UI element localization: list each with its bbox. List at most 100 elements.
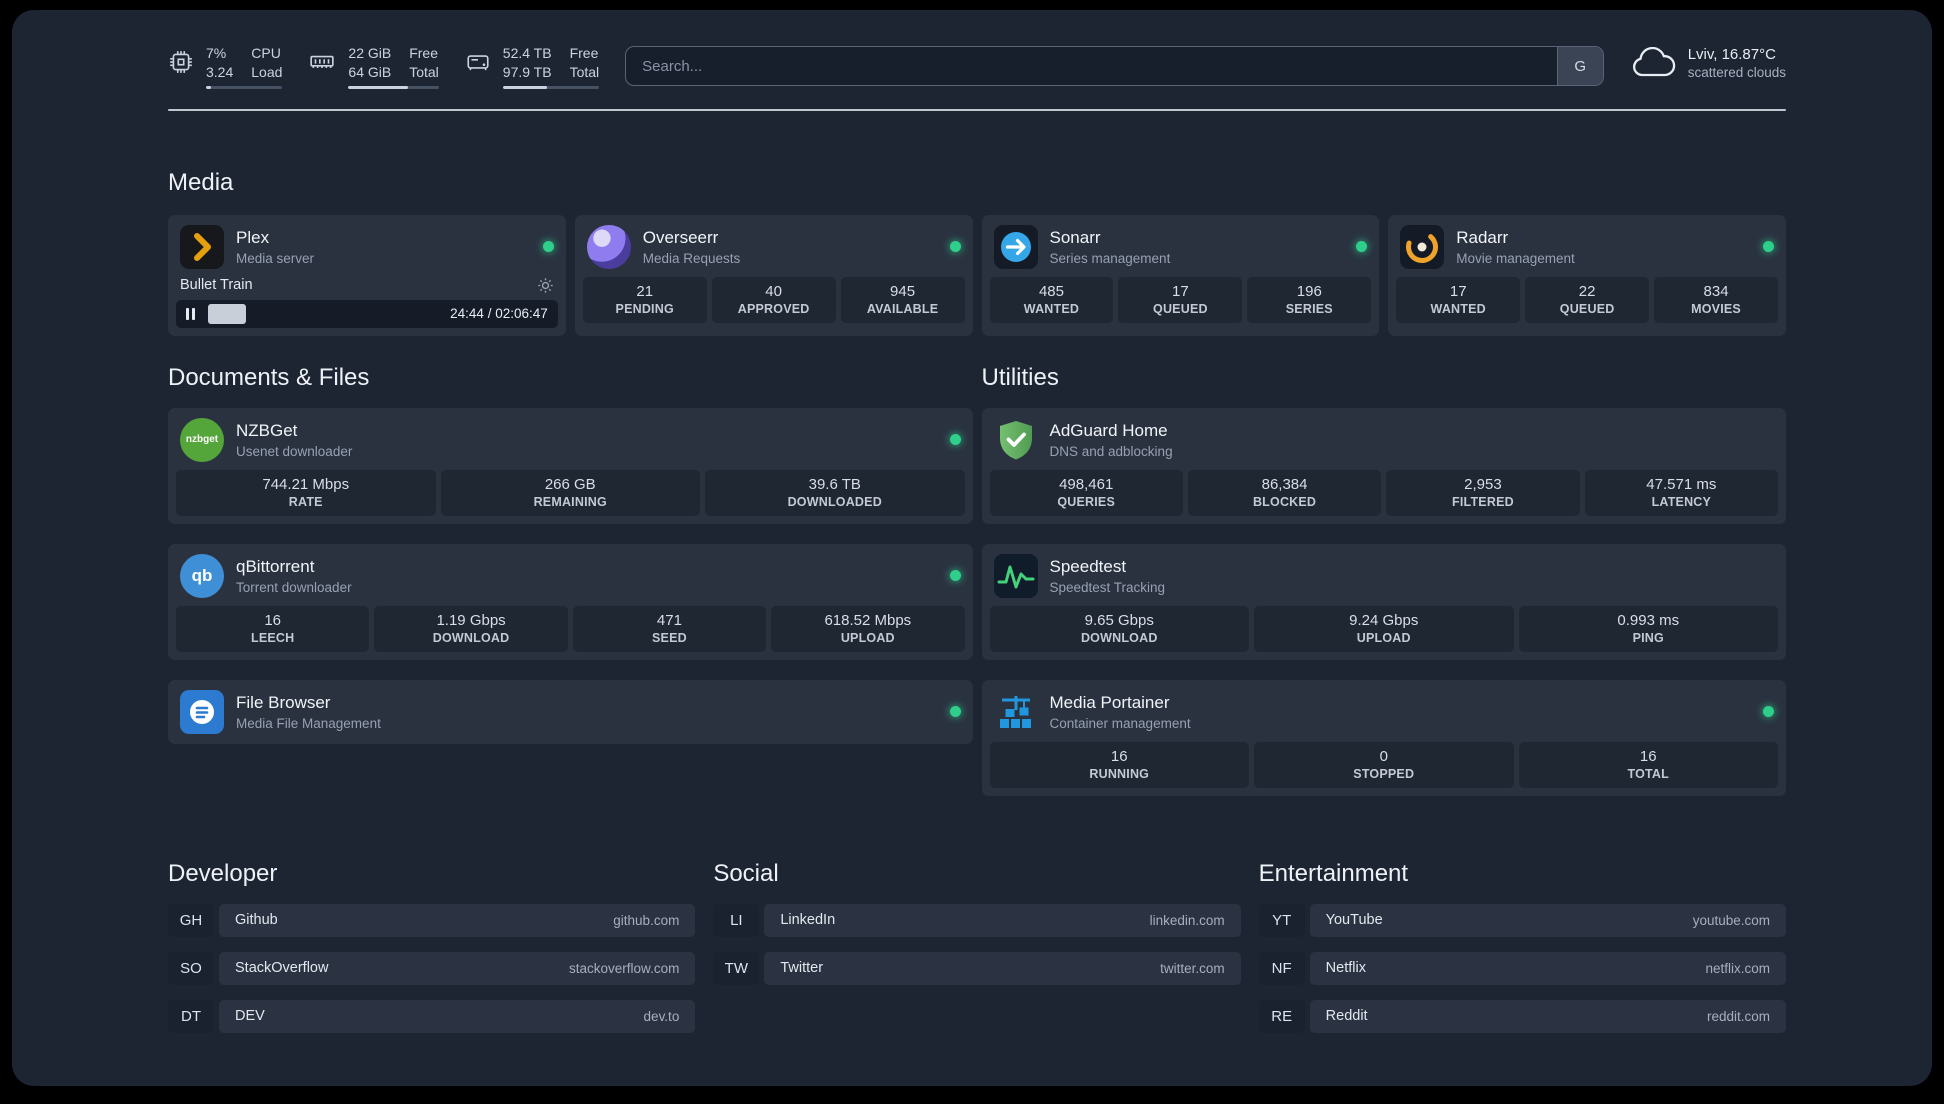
- weather-widget[interactable]: Lviv, 16.87°C scattered clouds: [1630, 46, 1786, 80]
- bookmark-github[interactable]: GH Github github.com: [168, 903, 696, 937]
- search-provider-button[interactable]: G: [1556, 47, 1603, 85]
- cpu-load-value: 3.24: [206, 63, 234, 80]
- speedtest-icon: [993, 553, 1038, 598]
- bookmark-reddit[interactable]: RE Reddit reddit.com: [1258, 999, 1786, 1033]
- stat-box: 16 TOTAL: [1518, 741, 1778, 788]
- service-name: NZBGet: [236, 421, 298, 440]
- disk-total-label: Total: [569, 63, 600, 80]
- stat-label: SEED: [652, 630, 687, 645]
- stat-value: 0: [1379, 747, 1388, 765]
- stat-value: 47.571 ms: [1646, 475, 1717, 493]
- bookmark-stackoverflow[interactable]: SO StackOverflow stackoverflow.com: [168, 951, 696, 985]
- media-grid: Plex Media server Bullet Train 24:44 / 0…: [168, 214, 1786, 336]
- bookmark-linkedin[interactable]: LI LinkedIn linkedin.com: [713, 903, 1241, 937]
- bookmark-name: Reddit: [1325, 1008, 1368, 1025]
- service-card-filebrowser[interactable]: File Browser Media File Management: [168, 679, 973, 744]
- bookmark-abbr: YT: [1258, 903, 1305, 937]
- stat-label: QUEUED: [1559, 301, 1615, 316]
- adguard-icon: [994, 418, 1038, 462]
- settings-icon[interactable]: [537, 277, 554, 294]
- stat-label: FILTERED: [1452, 494, 1514, 509]
- bookmark-netflix[interactable]: NF Netflix netflix.com: [1258, 951, 1786, 985]
- stat-label: MOVIES: [1691, 301, 1741, 316]
- stat-box: 22 QUEUED: [1525, 276, 1650, 323]
- cpu-load-label: Load: [251, 63, 283, 80]
- stat-box: 0 STOPPED: [1254, 741, 1514, 788]
- disk-icon: [467, 55, 489, 71]
- service-name: Sonarr: [1049, 228, 1101, 247]
- service-card-overseerr[interactable]: Overseerr Media Requests 21 PENDING 40 A…: [574, 214, 973, 336]
- service-description: Usenet downloader: [236, 443, 353, 459]
- stat-value: 86,384: [1261, 475, 1308, 493]
- stat-value: 16: [264, 611, 282, 629]
- bookmark-abbr: RE: [1258, 999, 1305, 1033]
- stat-value: 834: [1703, 282, 1729, 300]
- cpu-widget: 7% 3.24 CPU Load: [168, 44, 283, 89]
- service-name: Speedtest: [1049, 557, 1127, 576]
- status-dot: [949, 706, 961, 718]
- section-title-social: Social: [713, 859, 779, 887]
- top-bar: 7% 3.24 CPU Load 22 GiB 64 GiB Free Tota…: [168, 10, 1786, 89]
- cpu-label: CPU: [251, 45, 281, 61]
- utilities-column: Utilities AdGuard Home DNS and adblockin…: [981, 363, 1786, 796]
- pause-button[interactable]: [186, 307, 195, 320]
- service-card-sonarr[interactable]: Sonarr Series management 485 WANTED 17 Q…: [981, 214, 1380, 336]
- stat-label: RATE: [288, 494, 323, 509]
- stat-box: 16 LEECH: [176, 605, 370, 652]
- stat-box: 266 GB REMAINING: [440, 469, 700, 516]
- search-input[interactable]: [626, 47, 1557, 85]
- stat-box: 744.21 Mbps RATE: [176, 469, 436, 516]
- cpu-usage-value: 7%: [206, 45, 227, 61]
- bookmarks: Developer GH Github github.com SO StackO…: [168, 860, 1786, 1033]
- stat-box: 498,461 QUERIES: [989, 469, 1183, 516]
- service-name: Plex: [236, 228, 270, 247]
- stat-label: UPLOAD: [1356, 630, 1411, 645]
- stat-value: 17: [1449, 282, 1467, 300]
- disk-widget: 52.4 TB 97.9 TB Free Total: [465, 44, 600, 89]
- stat-value: 9.65 Gbps: [1084, 611, 1154, 629]
- memory-total-value: 64 GiB: [348, 63, 392, 80]
- stat-box: 9.24 Gbps UPLOAD: [1254, 605, 1514, 652]
- bookmark-youtube[interactable]: YT YouTube youtube.com: [1258, 903, 1786, 937]
- stat-value: 945: [890, 282, 916, 300]
- stat-value: 0.993 ms: [1617, 611, 1680, 629]
- stat-value: 471: [656, 611, 682, 629]
- bookmark-abbr: SO: [168, 951, 214, 985]
- stat-box: 16 RUNNING: [989, 741, 1249, 788]
- bookmark-twitter[interactable]: TW Twitter twitter.com: [713, 951, 1241, 985]
- service-description: DNS and adblocking: [1049, 443, 1173, 459]
- service-card-speedtest[interactable]: Speedtest Speedtest Tracking 9.65 Gbps D…: [981, 543, 1786, 660]
- stat-value: 16: [1639, 747, 1657, 765]
- service-description: Torrent downloader: [236, 579, 352, 595]
- bookmark-url: github.com: [613, 912, 680, 928]
- stat-label: QUERIES: [1057, 494, 1116, 509]
- bookmark-name: Github: [235, 912, 278, 929]
- stat-label: BLOCKED: [1252, 494, 1317, 509]
- bookmark-group-developer: Developer GH Github github.com SO StackO…: [168, 859, 696, 1033]
- playback-time: 24:44 / 02:06:47: [450, 306, 548, 322]
- bookmark-url: stackoverflow.com: [569, 960, 680, 976]
- service-card-portainer[interactable]: Media Portainer Container management 16 …: [981, 679, 1786, 796]
- section-title-developer: Developer: [168, 859, 278, 887]
- section-title-utilities: Utilities: [981, 363, 1059, 391]
- stat-value: 196: [1296, 282, 1322, 300]
- stat-box: 1.19 Gbps DOWNLOAD: [374, 605, 568, 652]
- service-card-plex[interactable]: Plex Media server Bullet Train 24:44 / 0…: [168, 214, 566, 336]
- service-card-qbittorrent[interactable]: qb qBittorrent Torrent downloader 16 LEE…: [168, 543, 973, 660]
- service-description: Media Requests: [642, 250, 741, 266]
- bookmark-dev[interactable]: DT DEV dev.to: [168, 999, 696, 1033]
- stat-value: 2,953: [1464, 475, 1502, 493]
- service-card-nzbget[interactable]: nzbget NZBGet Usenet downloader 744.21 M…: [168, 407, 973, 524]
- service-name: Overseerr: [642, 228, 719, 247]
- service-card-radarr[interactable]: Radarr Movie management 17 WANTED 22 QUE…: [1388, 214, 1786, 336]
- bookmark-url: youtube.com: [1692, 912, 1770, 928]
- documents-column: Documents & Files nzbget NZBGet Usenet d…: [168, 364, 973, 744]
- stat-box: 0.993 ms PING: [1518, 605, 1778, 652]
- section-title-media: Media: [168, 168, 234, 196]
- bookmark-abbr: TW: [713, 951, 760, 985]
- service-description: Movie management: [1456, 250, 1575, 266]
- service-card-adguard[interactable]: AdGuard Home DNS and adblocking 498,461 …: [981, 407, 1786, 524]
- bookmark-abbr: NF: [1258, 951, 1305, 985]
- status-dot: [542, 241, 554, 253]
- stat-box: 618.52 Mbps UPLOAD: [771, 605, 965, 652]
